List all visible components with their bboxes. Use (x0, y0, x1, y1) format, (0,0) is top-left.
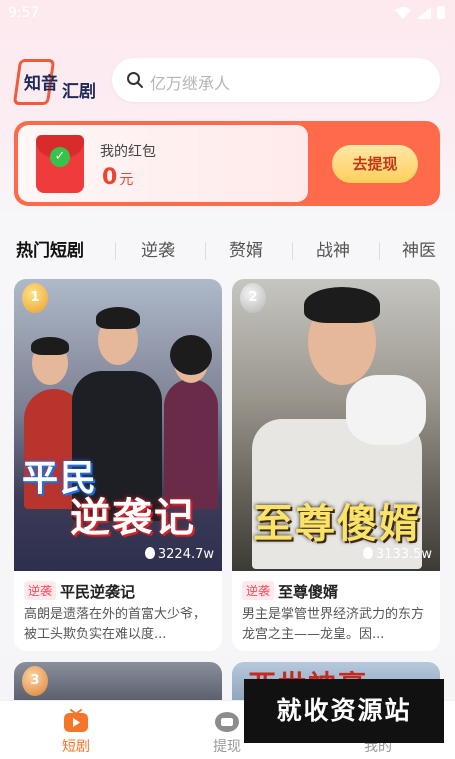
logo-text-2: 汇剧 (62, 82, 96, 102)
tab-hot-drama[interactable]: 热门短剧 (16, 236, 84, 261)
red-envelope-icon: ✓ (36, 135, 84, 193)
genre-tag: 逆袭 (24, 581, 57, 600)
signal-icon (417, 6, 431, 19)
fire-icon (362, 547, 373, 559)
poster-title-line-2: 逆袭记 (70, 495, 196, 541)
rank-medal-bronze: 3 (22, 666, 48, 696)
header: 知音 汇剧 亿万继承人 (0, 56, 455, 106)
poster-title: 至尊傻婿 (253, 501, 421, 547)
status-time: 9:57 (8, 5, 40, 21)
view-count: 3133.5w (362, 547, 432, 562)
search-icon (127, 72, 143, 88)
search-bar[interactable]: 亿万继承人 (112, 58, 440, 102)
tv-icon (64, 709, 88, 732)
drama-card-3[interactable]: 3 (14, 662, 222, 702)
rank-medal-silver: 2 (240, 283, 266, 313)
red-packet-amount: 0元 (102, 165, 134, 190)
check-icon: ✓ (50, 147, 70, 167)
red-packet-info: ✓ 我的红包 0元 (18, 125, 308, 202)
watermark-overlay: 就收资源站 (244, 679, 444, 743)
mask-prop (346, 375, 426, 445)
tab-bar-drama[interactable]: 短剧 (36, 709, 116, 756)
view-count: 3224.7w (144, 547, 214, 562)
battery-icon (437, 6, 445, 19)
tab-war-god[interactable]: 战神 (316, 236, 350, 261)
card-title-row: 逆袭 至尊傻婿 (242, 581, 432, 605)
drama-poster: 1 平民 逆袭记 3224.7w (14, 279, 222, 571)
card-title-row: 逆袭 平民逆袭记 (24, 581, 214, 605)
rank-medal-gold: 1 (22, 283, 48, 313)
card-title: 至尊傻婿 (278, 583, 339, 601)
app-logo: 知音 汇剧 (12, 59, 104, 105)
tab-son-in-law[interactable]: 赘婿 (229, 236, 263, 261)
red-packet-card[interactable]: ✓ 我的红包 0元 去提现 (14, 121, 440, 206)
status-bar: 9:57 (0, 0, 455, 30)
category-tabs: 热门短剧 逆袭 赘婿 战神 神医 (0, 236, 455, 268)
fire-icon (144, 547, 155, 559)
genre-tag: 逆袭 (242, 581, 275, 600)
withdraw-button[interactable]: 去提现 (332, 145, 418, 183)
red-packet-label: 我的红包 (100, 144, 156, 160)
tab-divine-doctor[interactable]: 神医 (402, 236, 436, 261)
drama-poster: 2 至尊傻婿 3133.5w (232, 279, 440, 571)
status-icons (395, 6, 445, 19)
drama-card-1[interactable]: 1 平民 逆袭记 3224.7w 逆袭 平民逆袭记 高朗是遗落在外的首富大少爷，被… (14, 279, 222, 651)
card-title: 平民逆袭记 (60, 583, 136, 601)
drama-card-2[interactable]: 2 至尊傻婿 3133.5w 逆袭 至尊傻婿 男主是掌管世界经济武力的东方龙宫之主… (232, 279, 440, 651)
card-description: 高朗是遗落在外的首富大少爷，被工头欺负实在难以度... (24, 607, 207, 642)
logo-text-1: 知音 (24, 74, 58, 94)
search-placeholder: 亿万继承人 (150, 74, 231, 93)
wallet-icon (215, 712, 239, 732)
card-description: 男主是掌管世界经济武力的东方龙宫之主——龙皇。因... (242, 607, 425, 642)
wifi-icon (395, 6, 411, 19)
tab-comeback[interactable]: 逆袭 (141, 236, 175, 261)
